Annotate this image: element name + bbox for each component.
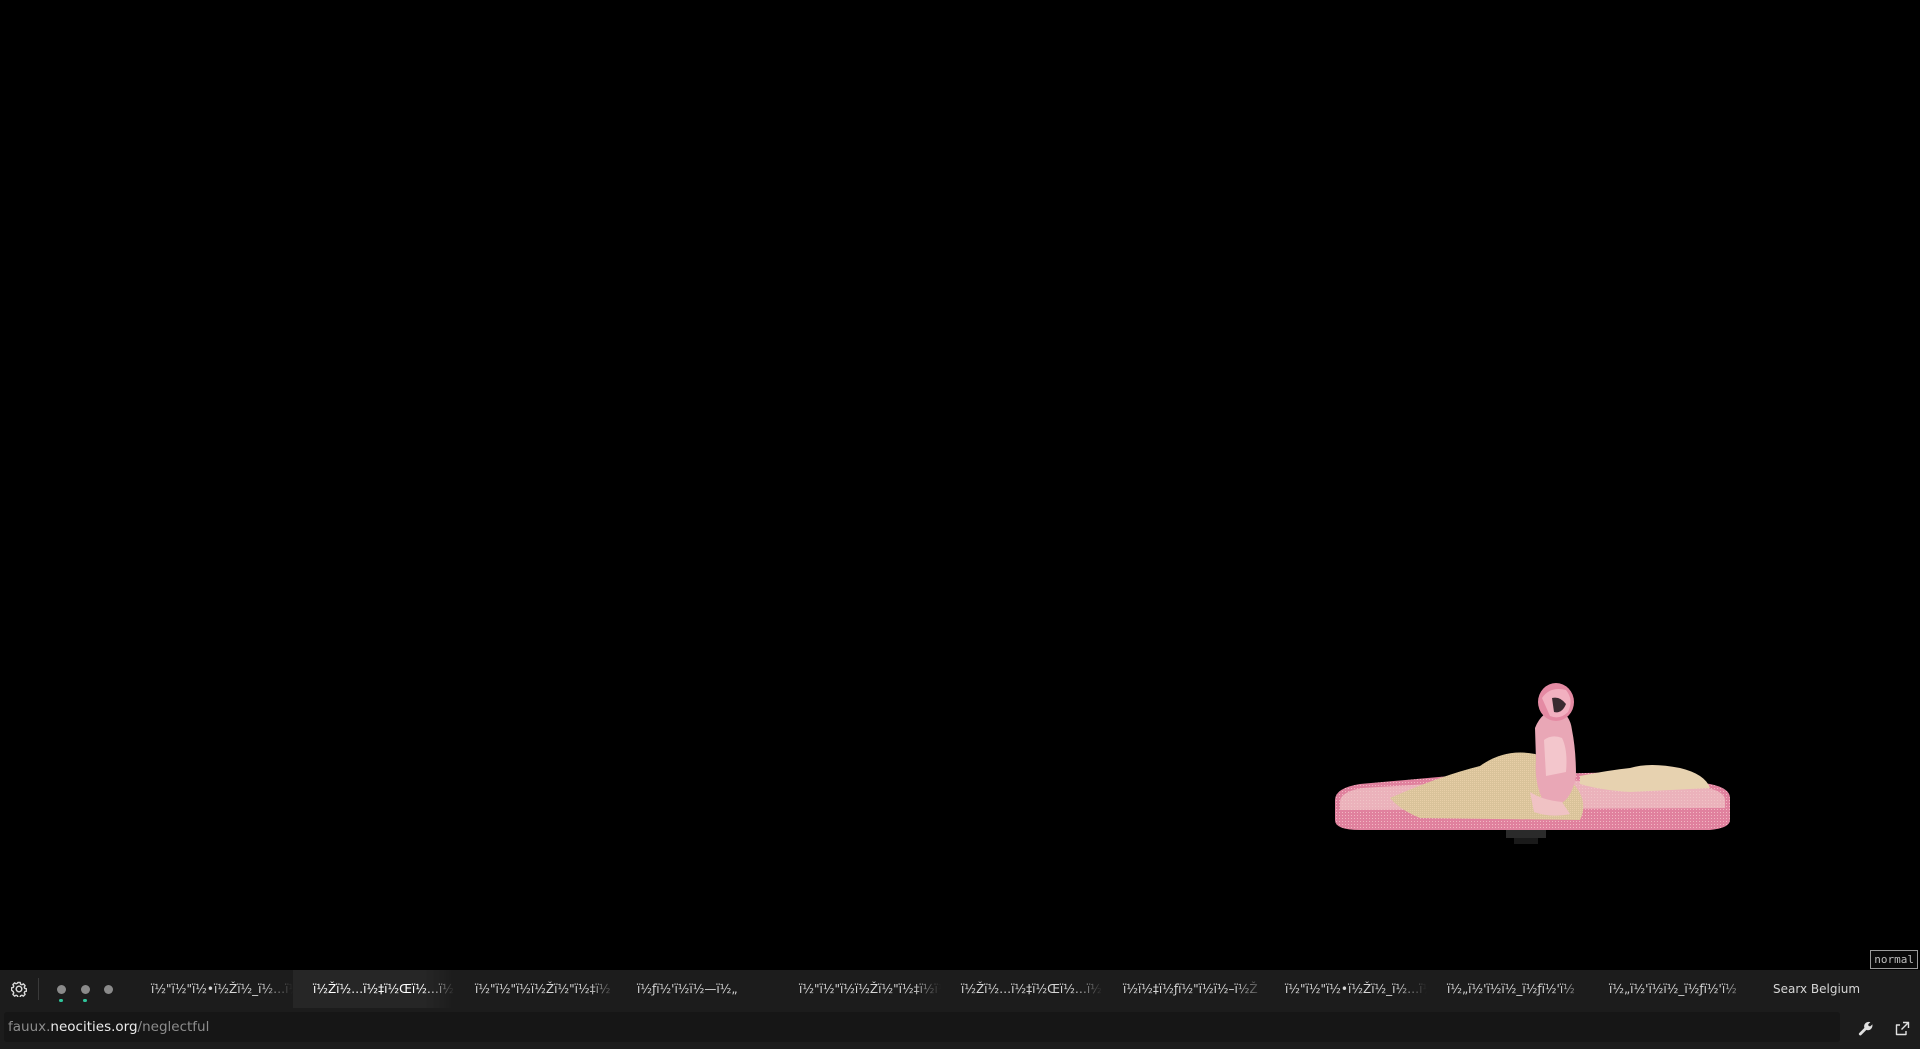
url-prefix: fauux. (8, 1019, 51, 1035)
tab-10[interactable]: ï½„ï½'ï½ï½_ï½ƒï½'ï½ (1589, 970, 1751, 1008)
tab-7[interactable]: ï½ï½‡ï½ƒï½"ï½ï½–ï½Ž (1103, 970, 1265, 1008)
tab-9[interactable]: ï½„ï½'ï½ï½_ï½ƒï½'ï½ (1427, 970, 1589, 1008)
tab-2-active[interactable]: ï½Žï½…ï½‡ï½Œï½…ï½ (293, 970, 455, 1008)
tools-button[interactable] (1856, 1019, 1876, 1039)
workspace-dot-1[interactable] (57, 984, 67, 1002)
artwork-girl-on-bed (1335, 683, 1730, 844)
url-host: neocities.org (50, 1019, 138, 1035)
workspace-dot-2[interactable] (80, 984, 90, 1002)
settings-button[interactable] (0, 970, 38, 1008)
url-bar: fauux. neocities.org/neglectful (0, 1008, 1920, 1049)
workspace-dot-3[interactable] (103, 984, 113, 994)
share-button[interactable] (1892, 1019, 1912, 1039)
page-viewport: normal (0, 0, 1920, 970)
tab-8[interactable]: ï½"ï½"ï½•ï½Žï½_ï½…ï½ (1265, 970, 1427, 1008)
workspace-dots (39, 970, 131, 1008)
tab-searx-belgium[interactable]: Searx Belgium (1751, 970, 1913, 1008)
tab-4[interactable]: ï½ƒï½'ï½ï½—ï½„ (617, 970, 779, 1008)
url-path: /neglectful (137, 1019, 210, 1035)
tab-1[interactable]: ï½"ï½"ï½•ï½Žï½_ï½…ï½ (131, 970, 293, 1008)
gear-icon (11, 981, 27, 997)
tab-6[interactable]: ï½Žï½…ï½‡ï½Œï½…ï½ (941, 970, 1103, 1008)
tab-5[interactable]: ï½"ï½"ï½ï½Žï½"ï½‡ï½ï½ (779, 970, 941, 1008)
tab-3[interactable]: ï½"ï½"ï½ï½Žï½"ï½‡ï½ (455, 970, 617, 1008)
wrench-icon (1858, 1021, 1873, 1036)
workspace-indicator (82, 998, 87, 1002)
tab-bar: ï½"ï½"ï½•ï½Žï½_ï½…ï½ ï½Žï½…ï½‡ï½Œï½…ï½ ï… (0, 970, 1920, 1008)
share-icon (1895, 1021, 1910, 1036)
mode-badge: normal (1870, 950, 1918, 969)
url-field[interactable]: fauux. neocities.org/neglectful (4, 1012, 1840, 1042)
workspace-indicator (59, 998, 64, 1002)
